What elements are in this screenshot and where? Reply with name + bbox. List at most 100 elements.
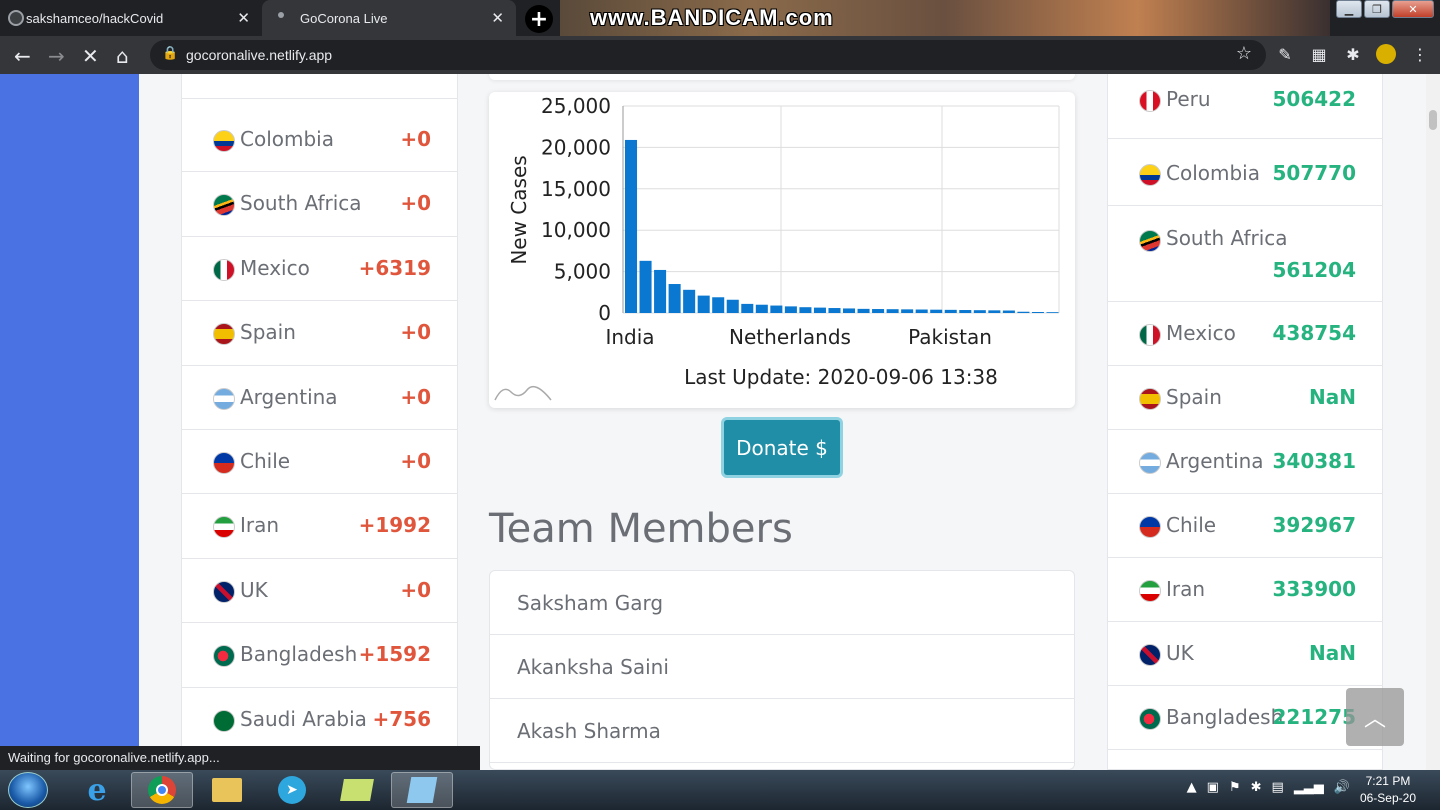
bar <box>683 289 696 313</box>
list-item: UK NaN <box>1108 622 1382 686</box>
bar <box>930 309 943 313</box>
minimize-button[interactable]: ▁ <box>1336 0 1362 18</box>
start-button[interactable] <box>8 772 48 808</box>
case-count: +0 <box>400 191 431 216</box>
case-count: 392967 <box>1272 513 1357 537</box>
country-name: Spain <box>1166 385 1222 409</box>
bar <box>712 297 725 313</box>
bar <box>915 309 928 313</box>
list-item: South Africa +0 <box>182 172 457 237</box>
list-item: Akash Sharma <box>490 699 1074 763</box>
case-count: NaN <box>1309 385 1356 409</box>
maximize-button[interactable]: ❐ <box>1364 0 1390 18</box>
case-count: 507770 <box>1272 161 1357 185</box>
chrome-icon[interactable] <box>131 772 193 808</box>
back-icon[interactable]: ← <box>14 44 31 68</box>
case-count: +0 <box>400 127 431 151</box>
tray-expand-icon[interactable]: ▲ <box>1187 780 1197 795</box>
flag-icon <box>1139 164 1161 186</box>
country-name: Colombia <box>240 127 334 151</box>
y-tick-label: 15,000 <box>541 177 611 201</box>
list-item: Saksham Garg <box>490 571 1074 635</box>
list-item: Chile +0 <box>182 430 457 495</box>
clock-date: 06-Sep-20 <box>1359 791 1416 805</box>
list-item: Iran +1992 <box>182 494 457 559</box>
tray-monitor-icon[interactable]: ▤ <box>1272 780 1284 795</box>
list-item: Mexico 438754 <box>1108 302 1382 366</box>
case-count: 340381 <box>1272 449 1357 473</box>
menu-dots-icon[interactable]: ⋮ <box>1410 44 1430 64</box>
donate-button[interactable]: Donate $ <box>721 417 843 478</box>
close-icon[interactable]: ✕ <box>491 9 504 27</box>
country-name: Colombia <box>1166 161 1260 185</box>
forward-icon[interactable]: → <box>48 44 65 68</box>
lock-icon: 🔒 <box>162 46 179 61</box>
list-item: Saudi Arabia +756 <box>182 687 457 752</box>
case-count: +0 <box>400 449 431 473</box>
tab-github[interactable]: sakshamceo/hackCovid ✕ <box>0 0 262 36</box>
flag-icon <box>213 387 235 410</box>
bluetooth-icon[interactable]: ✱ <box>1251 780 1262 795</box>
list-item: Iran 333900 <box>1108 558 1382 622</box>
bar <box>1017 311 1030 313</box>
internet-explorer-icon[interactable]: e <box>66 772 128 808</box>
extension-icon[interactable]: ▦ <box>1309 44 1329 64</box>
bar <box>654 269 667 313</box>
country-name: Saudi Arabia <box>240 706 367 731</box>
close-window-button[interactable]: ✕ <box>1392 0 1434 18</box>
member-name: Akanksha Saini <box>517 655 669 679</box>
close-icon[interactable]: ✕ <box>237 9 250 27</box>
flag-icon <box>1139 708 1161 730</box>
url-text: gocoronalive.netlify.app <box>186 47 333 63</box>
country-name: Chile <box>1166 513 1217 537</box>
address-bar[interactable]: 🔒 gocoronalive.netlify.app ☆ <box>150 40 1266 70</box>
telegram-icon[interactable]: ➤ <box>261 772 323 808</box>
scrollbar[interactable] <box>1426 74 1440 770</box>
extensions-puzzle-icon[interactable]: ✱ <box>1343 44 1363 64</box>
flag-icon <box>213 516 235 539</box>
new-tab-button[interactable]: + <box>525 5 553 33</box>
list-item: UK +0 <box>182 558 457 624</box>
stop-icon[interactable]: ✕ <box>82 44 99 68</box>
flag-icon <box>1139 324 1161 346</box>
folder-icon[interactable] <box>326 772 388 808</box>
window-controls: ▁ ❐ ✕ <box>1336 0 1434 18</box>
tab-gocorona[interactable]: GoCorona Live ✕ <box>262 0 516 36</box>
list-item: South Africa 561204 <box>1108 206 1382 302</box>
y-tick-label: 0 <box>598 301 611 325</box>
list-item: Chile 392967 <box>1108 494 1382 558</box>
bookmark-star-icon[interactable]: ☆ <box>1236 43 1252 64</box>
country-name: UK <box>1166 641 1194 665</box>
file-explorer-icon[interactable] <box>196 772 258 808</box>
bar <box>843 308 856 313</box>
y-tick-label: 5,000 <box>554 260 611 284</box>
y-tick-label: 10,000 <box>541 218 611 242</box>
bar <box>828 308 841 313</box>
member-name: Saksham Garg <box>517 591 664 615</box>
flag-icon <box>1139 644 1161 666</box>
chart-svg: 25,000 20,000 15,000 10,000 5,000 0India Nethe… <box>494 94 1060 401</box>
list-item: Spain +0 <box>182 301 457 366</box>
list-item: Colombia +0 <box>182 108 457 173</box>
highlighter-extension-icon[interactable]: ✎ <box>1275 44 1295 64</box>
flag-icon <box>1139 90 1161 112</box>
bar <box>639 260 652 313</box>
country-name: Bangladesh <box>1166 705 1284 729</box>
country-name: Argentina <box>240 384 338 409</box>
home-icon[interactable]: ⌂ <box>116 44 129 68</box>
flag-icon <box>213 323 235 346</box>
back-to-top-button[interactable]: ︿ <box>1346 688 1404 746</box>
notepad-icon[interactable] <box>391 772 453 808</box>
signal-icon[interactable]: ▂▃▅ <box>1294 780 1324 795</box>
flag-icon <box>213 130 235 152</box>
bar <box>872 309 885 313</box>
team-members-heading: Team Members <box>489 506 793 552</box>
clock[interactable]: 7:21 PM 06-Sep-20 <box>1360 773 1416 807</box>
list-item: Peru 506422 <box>1108 74 1382 139</box>
tray-app-icon[interactable]: ▣ <box>1207 780 1219 795</box>
tray-network-app-icon[interactable]: ⚑ <box>1229 780 1241 795</box>
scrollbar-thumb[interactable] <box>1429 110 1437 130</box>
volume-icon[interactable]: 🔊 <box>1334 780 1350 795</box>
bar <box>755 304 768 313</box>
profile-avatar[interactable] <box>1376 44 1396 64</box>
